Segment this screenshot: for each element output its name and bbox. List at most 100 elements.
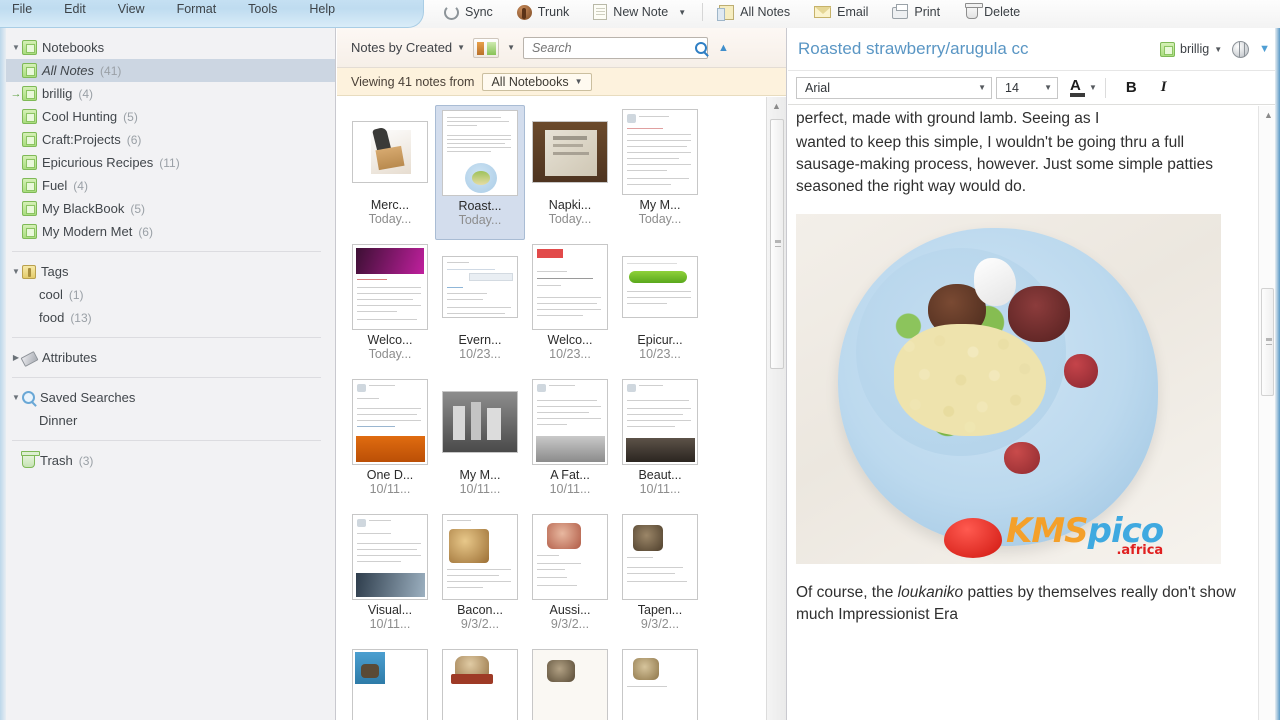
note-card[interactable] — [525, 645, 615, 720]
view-mode-chevron-down-icon[interactable]: ▼ — [507, 43, 515, 52]
note-card[interactable] — [435, 645, 525, 720]
sidebar-item-cool-hunting[interactable]: Cool Hunting (5) — [0, 105, 335, 128]
note-editor-scrollbar[interactable]: ▲ — [1258, 106, 1275, 720]
note-card[interactable]: Napki... Today... — [525, 105, 615, 240]
note-card[interactable] — [615, 645, 705, 720]
chevron-down-icon[interactable]: ▼ — [10, 43, 22, 52]
note-notebook-selector[interactable]: brillig ▼ — [1160, 41, 1222, 57]
sidebar-section-saved-searches[interactable]: ▼ Saved Searches — [0, 386, 335, 409]
note-card[interactable]: Visual... 10/11... — [345, 510, 435, 645]
note-thumbnail — [442, 514, 518, 600]
note-card-title: Bacon... — [457, 603, 503, 617]
sidebar-item-fuel[interactable]: Fuel (4) — [0, 174, 335, 197]
search-box[interactable] — [523, 36, 709, 59]
menu-item-view[interactable]: View — [102, 0, 161, 18]
notebook-filter-dropdown[interactable]: All Notebooks ▼ — [482, 72, 592, 91]
note-image-salad-photo[interactable]: KMSpico .africa — [796, 214, 1221, 564]
sidebar-item-brillig[interactable]: → brillig (4) — [0, 82, 335, 105]
new-note-button[interactable]: New Note ▼ — [581, 0, 698, 24]
note-thumbnail — [622, 514, 698, 600]
sidebar-item-tag-cool[interactable]: cool (1) — [0, 283, 335, 306]
note-thumbnail-box — [531, 514, 609, 600]
scroll-up-arrow-icon[interactable]: ▲ — [1264, 110, 1273, 120]
note-card[interactable]: Welco... Today... — [345, 240, 435, 375]
chevron-down-icon[interactable]: ▼ — [10, 267, 22, 276]
scroll-up-arrow-icon[interactable]: ▲ — [772, 101, 781, 111]
sidebar-item-all-notes[interactable]: All Notes (41) — [0, 59, 335, 82]
note-thumbnail-box — [441, 110, 519, 196]
chevron-down-icon[interactable]: ▼ — [10, 393, 22, 402]
font-color-button[interactable]: A ▼ — [1070, 78, 1097, 97]
note-thumbnail — [442, 649, 518, 720]
note-thumbnail-box — [351, 109, 429, 195]
note-card[interactable]: Welco... 10/23... — [525, 240, 615, 375]
note-card[interactable]: My M... Today... — [615, 105, 705, 240]
collapse-panel-chevron-up-icon[interactable]: ▲ — [716, 42, 731, 54]
delete-button[interactable]: Delete — [952, 0, 1032, 24]
menu-item-format[interactable]: Format — [161, 0, 233, 18]
note-card[interactable]: Merc... Today... — [345, 105, 435, 240]
print-button[interactable]: Print — [880, 0, 952, 24]
scrollbar-thumb[interactable] — [770, 119, 784, 369]
expand-details-chevron-down-icon[interactable]: ▼ — [1259, 43, 1270, 55]
sync-button[interactable]: Sync — [432, 0, 505, 24]
globe-icon[interactable] — [1232, 40, 1250, 58]
note-thumbnail-box — [621, 379, 699, 465]
sidebar-item-my-modern-met[interactable]: My Modern Met (6) — [0, 220, 335, 243]
new-note-icon — [593, 4, 608, 20]
view-mode-button[interactable] — [473, 37, 500, 58]
note-card[interactable] — [345, 645, 435, 720]
bold-button[interactable]: B — [1114, 79, 1149, 96]
menu-item-tools[interactable]: Tools — [232, 0, 293, 18]
note-card-date: 9/3/2... — [640, 617, 680, 631]
sidebar-item-tag-food[interactable]: food (13) — [0, 306, 335, 329]
sidebar-section-tags[interactable]: ▼ Tags — [0, 260, 335, 283]
note-card[interactable]: Epicur... 10/23... — [615, 240, 705, 375]
note-thumbnail — [532, 244, 608, 330]
note-card-date: 9/3/2... — [460, 617, 500, 631]
sidebar-item-trash[interactable]: Trash (3) — [0, 449, 335, 472]
search-input[interactable] — [532, 40, 696, 55]
italic-button[interactable]: I — [1149, 79, 1179, 96]
sidebar-section-attributes[interactable]: ▶ Attributes — [0, 346, 335, 369]
note-card[interactable]: Beaut... 10/11... — [615, 375, 705, 510]
menu-item-edit[interactable]: Edit — [48, 0, 102, 18]
sidebar-section-notebooks[interactable]: ▼ Notebooks — [0, 36, 335, 59]
note-card[interactable]: Evern... 10/23... — [435, 240, 525, 375]
sidebar-item-my-blackbook[interactable]: My BlackBook (5) — [0, 197, 335, 220]
font-family-dropdown[interactable]: Arial ▼ — [796, 76, 992, 99]
new-note-button-label: New Note — [613, 5, 669, 19]
sidebar-item-saved-search-dinner[interactable]: Dinner — [0, 409, 335, 432]
note-card[interactable]: Tapen... 9/3/2... — [615, 510, 705, 645]
email-button[interactable]: Email — [802, 0, 880, 24]
note-thumbnail-box — [621, 514, 699, 600]
note-thumbnail — [622, 649, 698, 720]
note-card[interactable]: A Fat... 10/11... — [525, 375, 615, 510]
note-card[interactable]: Aussi... 9/3/2... — [525, 510, 615, 645]
note-card-selected[interactable]: Roast... Today... — [435, 105, 525, 240]
sidebar-item-label: cool — [39, 287, 63, 302]
note-notebook-label: brillig — [1180, 42, 1210, 56]
chevron-down-icon[interactable]: ▼ — [678, 8, 686, 17]
note-content-area[interactable]: perfect, made with ground lamb. Seeing a… — [788, 106, 1258, 720]
menu-item-file[interactable]: File — [0, 0, 48, 18]
search-icon[interactable] — [695, 41, 708, 54]
sidebar-section-attributes-label: Attributes — [42, 350, 97, 365]
sidebar-item-label: Trash — [40, 453, 73, 468]
menu-item-help[interactable]: Help — [293, 0, 351, 18]
note-card[interactable]: Bacon... 9/3/2... — [435, 510, 525, 645]
all-notes-button[interactable]: All Notes — [707, 0, 802, 24]
sidebar-item-epicurious-recipes[interactable]: Epicurious Recipes (11) — [0, 151, 335, 174]
note-card-title: Beaut... — [638, 468, 682, 482]
sort-order-dropdown[interactable]: Notes by Created ▼ — [351, 40, 465, 55]
trunk-button[interactable]: Trunk — [505, 0, 582, 24]
chevron-down-icon[interactable]: ▼ — [1089, 83, 1097, 92]
page-title[interactable]: Roasted strawberry/arugula cc — [798, 39, 1150, 59]
font-size-dropdown[interactable]: 14 ▼ — [996, 76, 1058, 99]
note-card[interactable]: One D... 10/11... — [345, 375, 435, 510]
sidebar-item-craft-projects[interactable]: Craft:Projects (6) — [0, 128, 335, 151]
note-list-scrollbar[interactable]: ▲ — [766, 97, 786, 720]
application-window: File Edit View Format Tools Help Sync Tr… — [0, 0, 1280, 720]
scrollbar-thumb[interactable] — [1261, 288, 1274, 396]
note-card[interactable]: My M... 10/11... — [435, 375, 525, 510]
